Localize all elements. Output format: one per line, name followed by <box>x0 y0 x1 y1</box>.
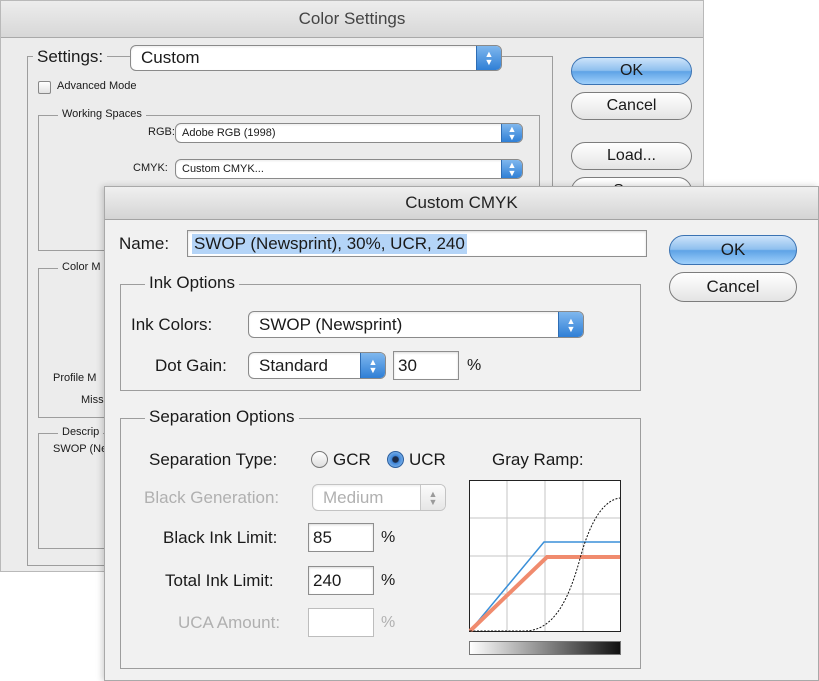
dot-gain-mode-value: Standard <box>259 355 328 375</box>
description-legend: Descrip <box>58 426 104 438</box>
popup-arrows-icon: ▲ ▼ <box>501 124 522 142</box>
custom-cmyk-dialog: Custom CMYK Name: SWOP (Newsprint), 30%,… <box>104 186 819 681</box>
cmyk-cancel-button[interactable]: Cancel <box>669 272 797 302</box>
black-ink-limit-value: 85 <box>313 527 332 547</box>
black-ink-limit-unit: % <box>381 529 396 546</box>
name-label: Name: <box>119 234 170 253</box>
cmyk-select[interactable]: Custom CMYK... ▲ ▼ <box>175 159 523 179</box>
ink-colors-value: SWOP (Newsprint) <box>259 314 403 334</box>
settings-label: Settings: <box>33 47 108 67</box>
separation-type-label: Separation Type: <box>149 450 278 469</box>
black-ink-limit-label: Black Ink Limit: <box>163 528 278 547</box>
name-field[interactable]: SWOP (Newsprint), 30%, UCR, 240 <box>187 230 647 257</box>
settings-value: Custom <box>141 48 200 67</box>
dot-gain-value: 30 <box>398 355 417 375</box>
dot-gain-label: Dot Gain: <box>155 356 227 375</box>
black-generation-value: Medium <box>323 487 384 507</box>
cmyk-cancel-label: Cancel <box>706 277 760 296</box>
popup-arrows-icon: ▲ ▼ <box>501 160 522 178</box>
gray-ramp-label: Gray Ramp: <box>492 450 584 469</box>
cancel-button[interactable]: Cancel <box>571 92 692 120</box>
total-ink-limit-label: Total Ink Limit: <box>165 571 274 590</box>
ucr-label: UCR <box>409 450 446 469</box>
rgb-value: Adobe RGB (1998) <box>182 127 276 139</box>
advanced-mode-label: Advanced Mode <box>57 80 137 92</box>
cmyk-label: CMYK: <box>133 162 168 174</box>
profile-mismatches-label: Profile M <box>53 372 97 384</box>
custom-cmyk-title: Custom CMYK <box>105 187 818 220</box>
popup-arrows-icon: ▲ ▼ <box>476 46 501 70</box>
cmyk-ok-label: OK <box>720 240 746 259</box>
name-value: SWOP (Newsprint), 30%, UCR, 240 <box>192 233 467 254</box>
total-ink-limit-unit: % <box>381 572 396 589</box>
cancel-button-label: Cancel <box>606 97 657 114</box>
popup-arrows-icon: ▲ ▼ <box>558 312 583 337</box>
black-generation-select[interactable]: Medium ▲ ▼ <box>312 484 446 511</box>
dot-gain-mode-select[interactable]: Standard ▲ ▼ <box>248 352 386 379</box>
gcr-label: GCR <box>333 450 371 469</box>
rgb-label: RGB: <box>148 126 175 138</box>
gray-ramp-gradient-bar <box>469 641 621 655</box>
advanced-mode-checkbox[interactable] <box>38 81 51 94</box>
total-ink-limit-value: 240 <box>313 570 342 590</box>
rgb-select[interactable]: Adobe RGB (1998) ▲ ▼ <box>175 123 523 143</box>
ok-button-label: OK <box>619 62 644 79</box>
gcr-radio[interactable] <box>311 451 328 468</box>
dot-gain-unit: % <box>467 357 482 374</box>
ink-options-legend: Ink Options <box>145 273 239 293</box>
ink-colors-label: Ink Colors: <box>131 315 213 334</box>
black-ink-limit-field[interactable]: 85 <box>308 523 374 552</box>
popup-arrows-icon: ▲ ▼ <box>360 353 385 378</box>
gray-ramp-graph <box>469 480 621 632</box>
cmyk-ok-button[interactable]: OK <box>669 235 797 265</box>
total-ink-limit-field[interactable]: 240 <box>308 566 374 595</box>
color-management-legend: Color M <box>58 261 105 273</box>
load-button-label: Load... <box>607 147 656 164</box>
popup-arrows-icon: ▲ ▼ <box>420 485 445 510</box>
cmyk-value: Custom CMYK... <box>182 163 264 175</box>
uca-amount-label: UCA Amount: <box>178 613 281 632</box>
uca-amount-field[interactable] <box>308 608 374 637</box>
uca-amount-unit: % <box>381 614 396 631</box>
separation-options-legend: Separation Options <box>145 407 299 427</box>
dot-gain-field[interactable]: 30 <box>393 351 459 380</box>
ink-colors-select[interactable]: SWOP (Newsprint) ▲ ▼ <box>248 311 584 338</box>
working-spaces-legend: Working Spaces <box>58 108 146 120</box>
settings-select[interactable]: Custom ▲ ▼ <box>130 45 502 71</box>
ucr-radio[interactable] <box>387 451 404 468</box>
load-button[interactable]: Load... <box>571 142 692 170</box>
description-text: SWOP (Ne <box>53 443 108 455</box>
black-generation-label: Black Generation: <box>144 488 280 507</box>
ok-button[interactable]: OK <box>571 57 692 85</box>
color-settings-title: Color Settings <box>1 1 703 38</box>
